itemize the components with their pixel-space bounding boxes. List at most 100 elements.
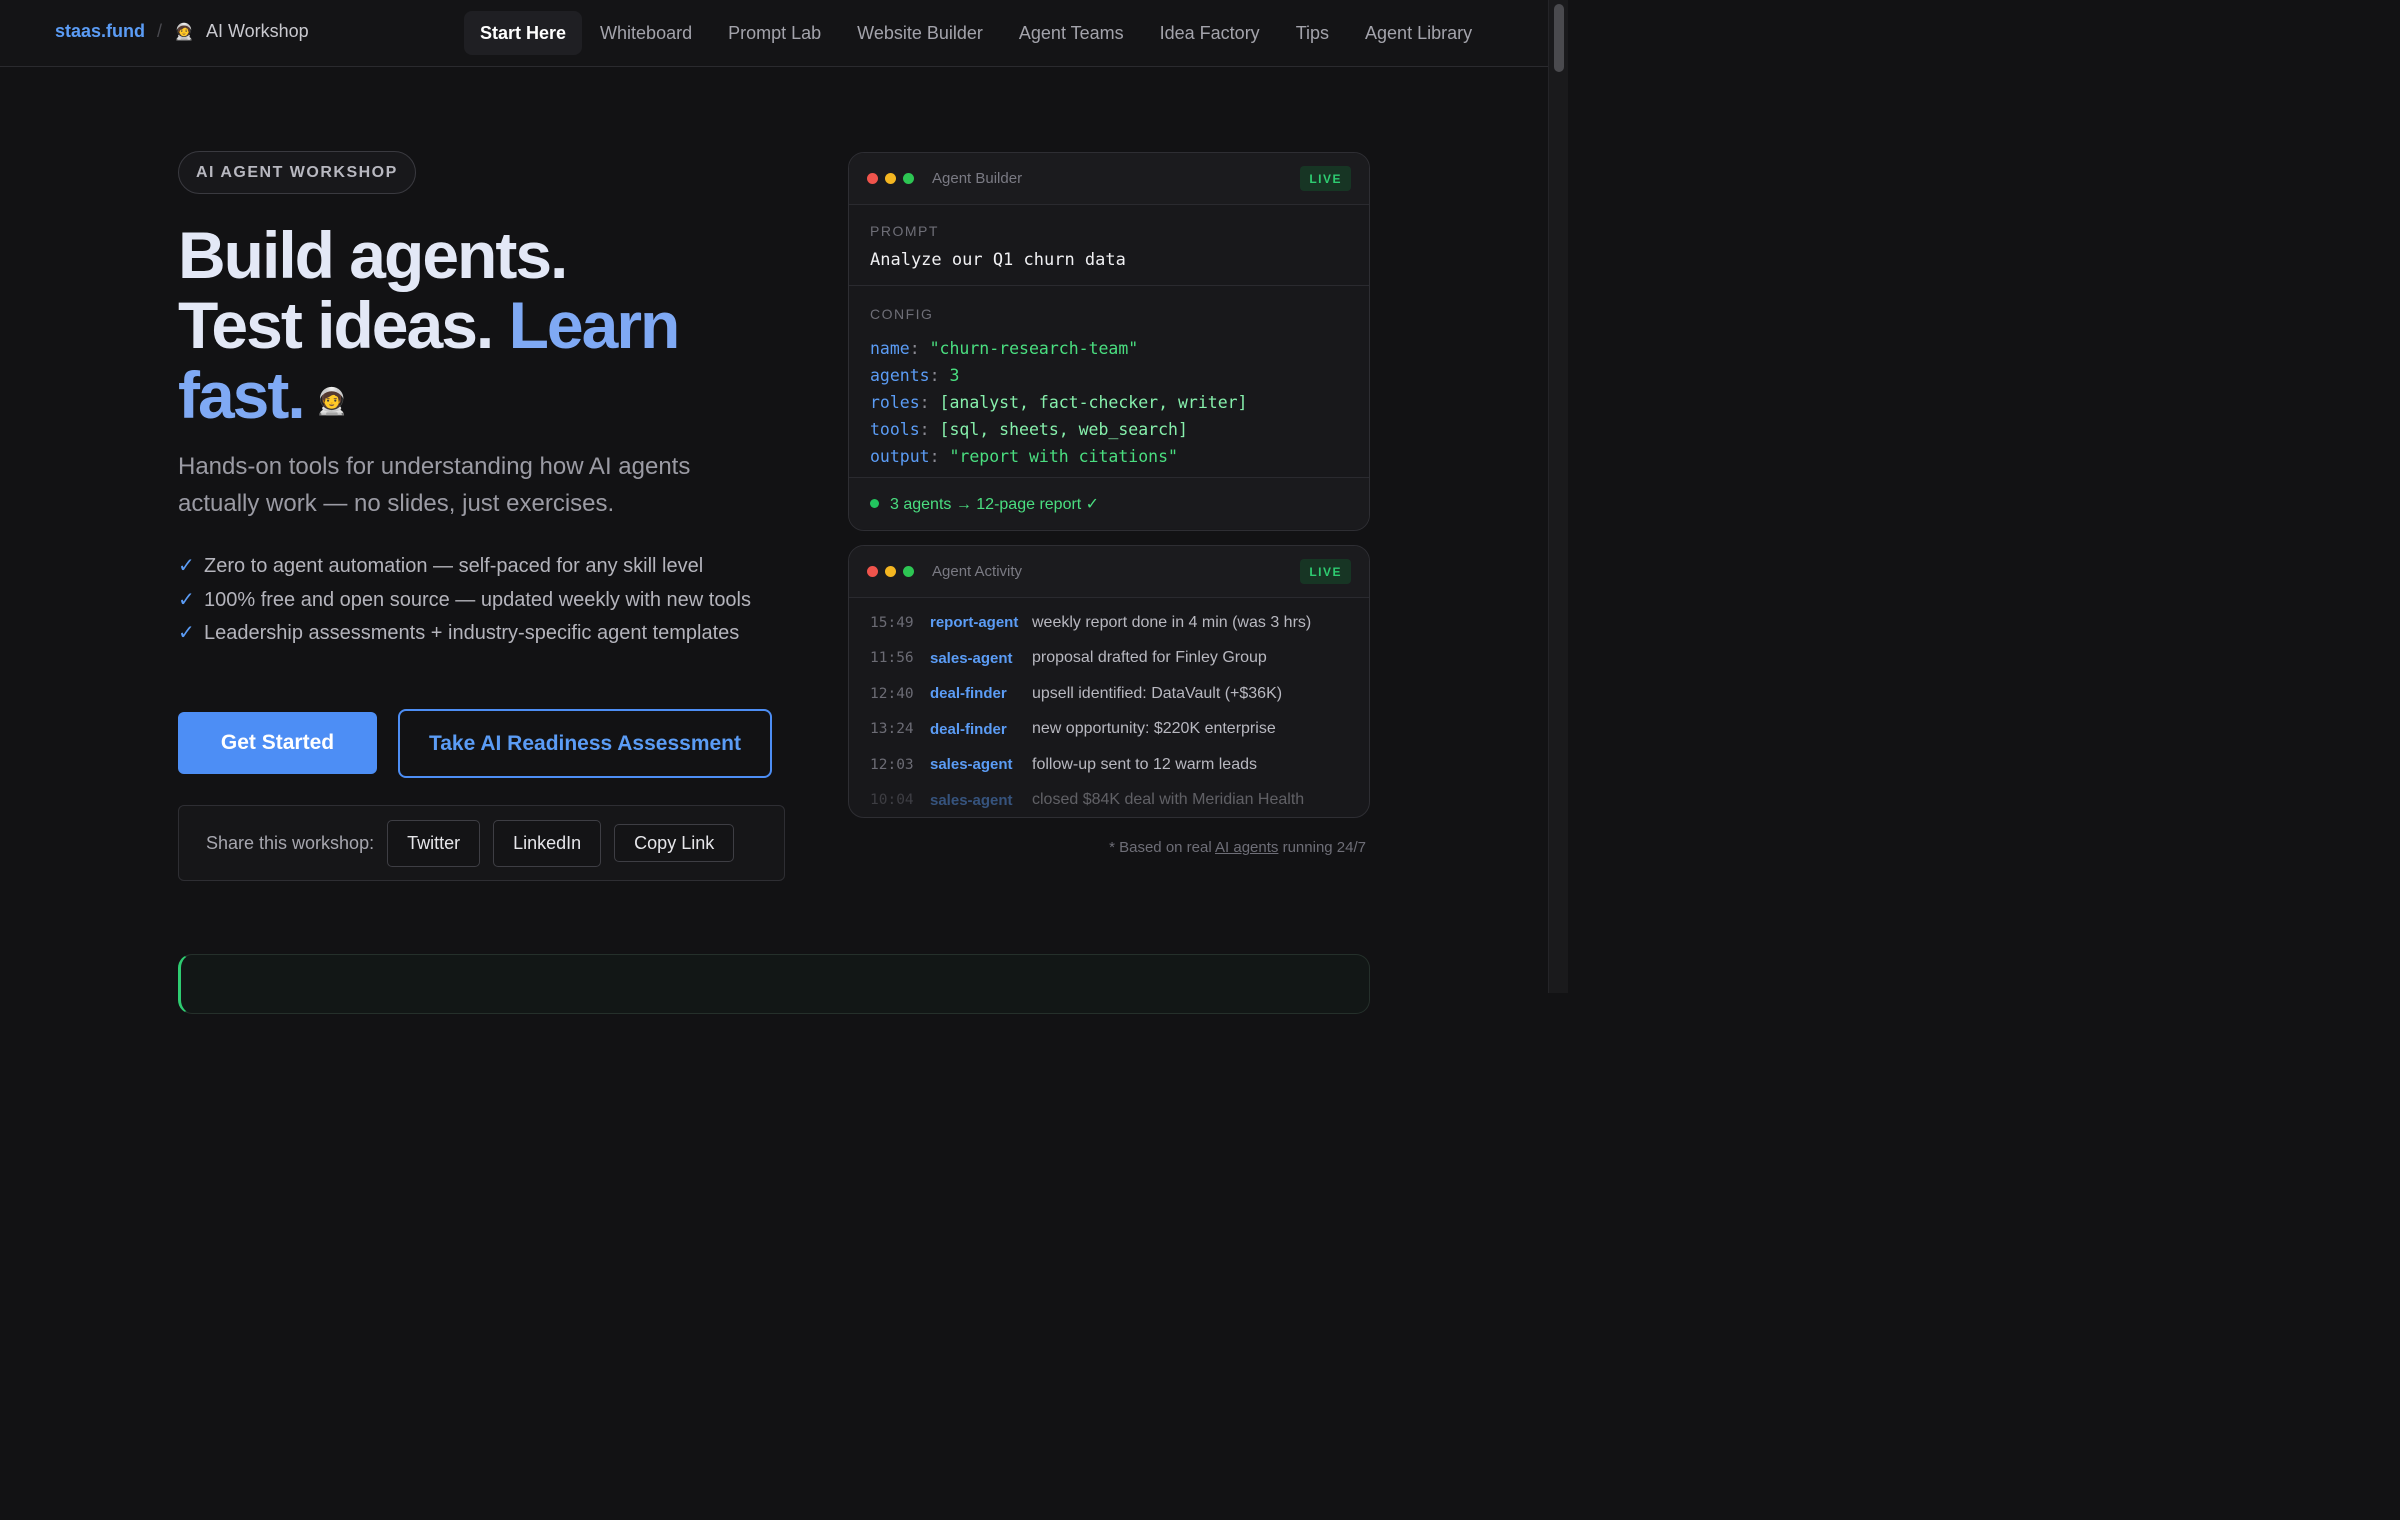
- activity-agent: sales-agent: [930, 756, 1013, 774]
- config-value: 3: [949, 366, 960, 385]
- nav-prompt-lab[interactable]: Prompt Lab: [710, 11, 839, 55]
- headline-line-2b: Learn: [508, 288, 681, 362]
- prompt-section: PROMPT Analyze our Q1 churn data: [849, 205, 1369, 286]
- feature-item: ✓ Leadership assessments + industry-speci…: [178, 617, 751, 651]
- card-title: Agent Builder: [932, 170, 1023, 187]
- site-logo-link[interactable]: staas.fund: [55, 21, 145, 42]
- activity-time: 12:03: [870, 756, 914, 773]
- feature-item: ✓ 100% free and open source — updated wee…: [178, 584, 751, 618]
- feature-text: Leadership assessments + industry-specif…: [204, 622, 740, 644]
- activity-message: proposal drafted for Finley Group: [1032, 649, 1267, 667]
- main-nav: Start Here Whiteboard Prompt Lab Website…: [464, 11, 1490, 55]
- window-close-dot: [867, 173, 878, 184]
- headline-line-1: Build agents.: [178, 218, 568, 292]
- prompt-label: PROMPT: [870, 223, 939, 239]
- config-key: name: [870, 339, 910, 358]
- window-close-dot: [867, 566, 878, 577]
- config-line: output: "report with citations": [870, 447, 1178, 466]
- activity-agent: report-agent: [930, 614, 1019, 632]
- config-line: roles: [analyst, fact-checker, writer]: [870, 393, 1248, 412]
- share-linkedin-button[interactable]: LinkedIn: [493, 819, 602, 867]
- config-line: tools: [sql, sheets, web_search]: [870, 420, 1188, 439]
- share-panel: Share this workshop: Twitter LinkedIn Co…: [178, 805, 785, 881]
- activity-row: 12:40 deal-finder upsell identified: DataV…: [849, 676, 1369, 712]
- section-title-link[interactable]: AI Workshop: [206, 21, 309, 42]
- activity-agent: sales-agent: [930, 649, 1013, 667]
- nav-idea-factory[interactable]: Idea Factory: [1142, 11, 1278, 55]
- config-line: name: "churn-research-team": [870, 339, 1139, 358]
- agent-activity-card: Agent Activity LIVE 15:49 report-agent wee…: [848, 545, 1370, 818]
- window-minimize-dot: [885, 566, 896, 577]
- activity-message: follow-up sent to 12 warm leads: [1032, 755, 1257, 773]
- activity-time: 12:40: [870, 685, 914, 702]
- nav-agent-teams[interactable]: Agent Teams: [1001, 11, 1142, 55]
- next-section-card: [178, 954, 1370, 1014]
- feature-text: 100% free and open source — updated week…: [204, 588, 752, 611]
- activity-message: weekly report done in 4 min (was 3 hrs): [1032, 613, 1312, 631]
- ai-agents-link[interactable]: AI agents: [1215, 839, 1278, 856]
- activity-time: 10:04: [870, 792, 914, 809]
- config-line: agents: 3: [870, 366, 960, 385]
- activity-row: 12:03 sales-agent follow-up sent to 12 war…: [849, 747, 1369, 783]
- result-status: 3 agents → 12-page report ✓: [849, 478, 1369, 529]
- activity-time: 11:56: [870, 650, 914, 667]
- activity-message: new opportunity: $220K enterprise: [1032, 720, 1276, 738]
- feature-list: ✓ Zero to agent automation — self-paced f…: [178, 550, 751, 651]
- astronaut-icon: 🧑‍🚀: [315, 385, 349, 416]
- activity-agent: deal-finder: [930, 685, 1007, 703]
- window-maximize-dot: [903, 173, 914, 184]
- activity-row: 11:56 sales-agent proposal drafted for Fin…: [849, 641, 1369, 677]
- page-scrollbar[interactable]: [1548, 0, 1568, 993]
- get-started-button[interactable]: Get Started: [178, 712, 377, 774]
- feature-text: Zero to agent automation — self-paced fo…: [204, 555, 704, 577]
- config-key: output: [870, 447, 930, 466]
- scrollbar-thumb[interactable]: [1554, 4, 1564, 72]
- nav-agent-library[interactable]: Agent Library: [1347, 11, 1490, 55]
- activity-time: 15:49: [870, 614, 914, 631]
- nav-whiteboard[interactable]: Whiteboard: [582, 11, 710, 55]
- config-label: CONFIG: [870, 306, 934, 322]
- status-dot-icon: [870, 499, 879, 508]
- nav-start-here[interactable]: Start Here: [464, 11, 583, 55]
- activity-agent: sales-agent: [930, 791, 1013, 809]
- checkmark-icon: ✓: [178, 555, 195, 577]
- activity-message: upsell identified: DataVault (+$36K): [1032, 684, 1283, 702]
- prompt-text: Analyze our Q1 churn data: [870, 250, 1126, 270]
- copy-link-button[interactable]: Copy Link: [614, 824, 735, 862]
- footnote: * Based on real AI agents running 24/7: [1100, 839, 1366, 856]
- activity-time: 13:24: [870, 721, 914, 738]
- card-header: Agent Activity LIVE: [849, 546, 1369, 598]
- live-badge: LIVE: [1300, 559, 1351, 584]
- window-minimize-dot: [885, 173, 896, 184]
- hero-subtitle: Hands-on tools for understanding how AI …: [178, 453, 691, 517]
- config-value: [analyst, fact-checker, writer]: [939, 393, 1248, 412]
- brand: staas.fund / 🧑‍🚀 AI Workshop: [55, 21, 309, 42]
- window-maximize-dot: [903, 566, 914, 577]
- config-key: roles: [870, 393, 920, 412]
- config-key: tools: [870, 420, 920, 439]
- config-value: [sql, sheets, web_search]: [939, 420, 1188, 439]
- headline-line-3: fast.: [178, 358, 306, 432]
- top-nav-bar: staas.fund / 🧑‍🚀 AI Workshop Start Here …: [0, 0, 1548, 67]
- config-value: "churn-research-team": [929, 339, 1139, 358]
- readiness-assessment-button[interactable]: Take AI Readiness Assessment: [398, 709, 772, 778]
- hero-headline: Build agents. Test ideas. Learn fast. 🧑‍🚀: [178, 220, 798, 436]
- share-label: Share this workshop:: [206, 832, 375, 853]
- breadcrumb-separator: /: [157, 21, 163, 41]
- live-badge: LIVE: [1300, 166, 1351, 191]
- activity-message: closed $84K deal with Meridian Health: [1032, 791, 1305, 809]
- status-text: 3 agents → 12-page report ✓: [890, 495, 1100, 513]
- activity-feed[interactable]: 15:49 report-agent weekly report done in 4…: [849, 598, 1369, 818]
- activity-row: 10:04 sales-agent closed $84K deal with Me…: [849, 783, 1369, 818]
- share-twitter-button[interactable]: Twitter: [387, 819, 481, 867]
- workshop-badge: AI AGENT WORKSHOP: [178, 151, 416, 194]
- checkmark-icon: ✓: [178, 622, 195, 644]
- checkmark-icon: ✓: [178, 588, 195, 611]
- nav-tips[interactable]: Tips: [1278, 11, 1347, 55]
- config-section: CONFIG name: "churn-research-team" agent…: [849, 286, 1369, 478]
- footnote-prefix: * Based on real: [1109, 839, 1216, 856]
- nav-website-builder[interactable]: Website Builder: [839, 11, 1001, 55]
- headline-line-2a: Test ideas.: [178, 288, 509, 362]
- card-header: Agent Builder LIVE: [849, 153, 1369, 205]
- activity-row: 15:49 report-agent weekly report done in 4…: [849, 605, 1369, 641]
